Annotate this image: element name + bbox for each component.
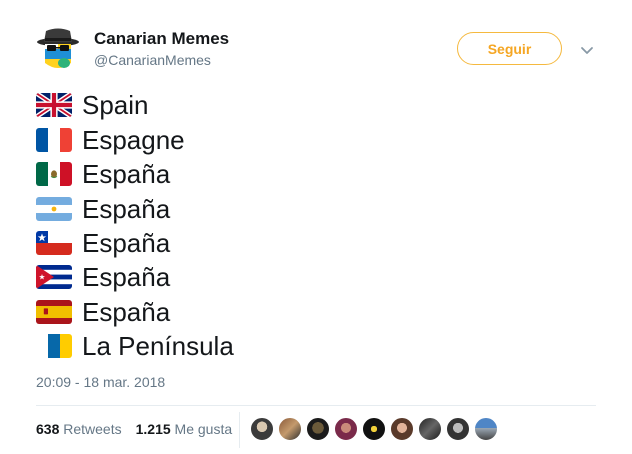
avatar[interactable] (250, 417, 274, 441)
spain-flag-icon (36, 300, 72, 324)
cuba-flag-icon (36, 265, 72, 289)
line-text: España (82, 159, 171, 189)
line-text: España (82, 262, 171, 292)
author-name[interactable]: Canarian Memes (94, 29, 229, 49)
uk-flag-icon (36, 93, 72, 117)
liker-avatars (250, 417, 502, 443)
likes-stat[interactable]: 1.215 Me gusta (136, 421, 233, 437)
line-text: Espagne (82, 125, 185, 155)
tweet-line: España (36, 295, 170, 329)
retweets-count: 638 (36, 421, 60, 437)
stats-separator (239, 412, 240, 448)
retweets-label: Retweets (63, 421, 122, 437)
argentina-flag-icon (36, 197, 72, 221)
tweet-line: Spain (36, 88, 149, 122)
divider (36, 405, 596, 406)
likes-count: 1.215 (135, 421, 171, 437)
tweet-card: Canarian Memes @CanarianMemes Seguir Spa… (0, 0, 632, 454)
author-info[interactable]: Canarian Memes @CanarianMemes (94, 29, 229, 70)
avatar[interactable] (306, 417, 330, 441)
line-text: Spain (82, 90, 149, 120)
tweet-line: Espagne (36, 123, 185, 157)
line-text: España (82, 297, 171, 327)
line-text: España (82, 228, 171, 258)
avatar[interactable] (334, 417, 358, 441)
likes-label: Me gusta (174, 421, 233, 437)
avatar[interactable] (390, 417, 414, 441)
tweet-stats: 638 Retweets 1.215 Me gusta (36, 421, 246, 437)
follow-button[interactable]: Seguir (457, 32, 562, 65)
line-text: España (82, 194, 171, 224)
france-flag-icon (36, 128, 72, 152)
line-text: La Península (82, 331, 234, 361)
tweet-line: España (36, 192, 170, 226)
chile-flag-icon (36, 231, 72, 255)
avatar[interactable] (474, 417, 498, 441)
avatar[interactable] (278, 417, 302, 441)
tweet-timestamp[interactable]: 20:09 - 18 mar. 2018 (36, 374, 165, 390)
tweet-line: La Península (36, 329, 234, 363)
chevron-down-icon[interactable] (580, 43, 594, 54)
tweet-line: España (36, 260, 170, 294)
tweet-line: España (36, 157, 170, 191)
mexico-flag-icon (36, 162, 72, 186)
avatar[interactable] (362, 417, 386, 441)
avatar[interactable] (418, 417, 442, 441)
avatar[interactable] (446, 417, 470, 441)
avatar[interactable] (36, 27, 80, 73)
author-handle[interactable]: @CanarianMemes (94, 50, 229, 70)
retweets-stat[interactable]: 638 Retweets (36, 421, 122, 437)
canary-islands-flag-icon (36, 334, 72, 358)
tweet-line: España (36, 226, 170, 260)
